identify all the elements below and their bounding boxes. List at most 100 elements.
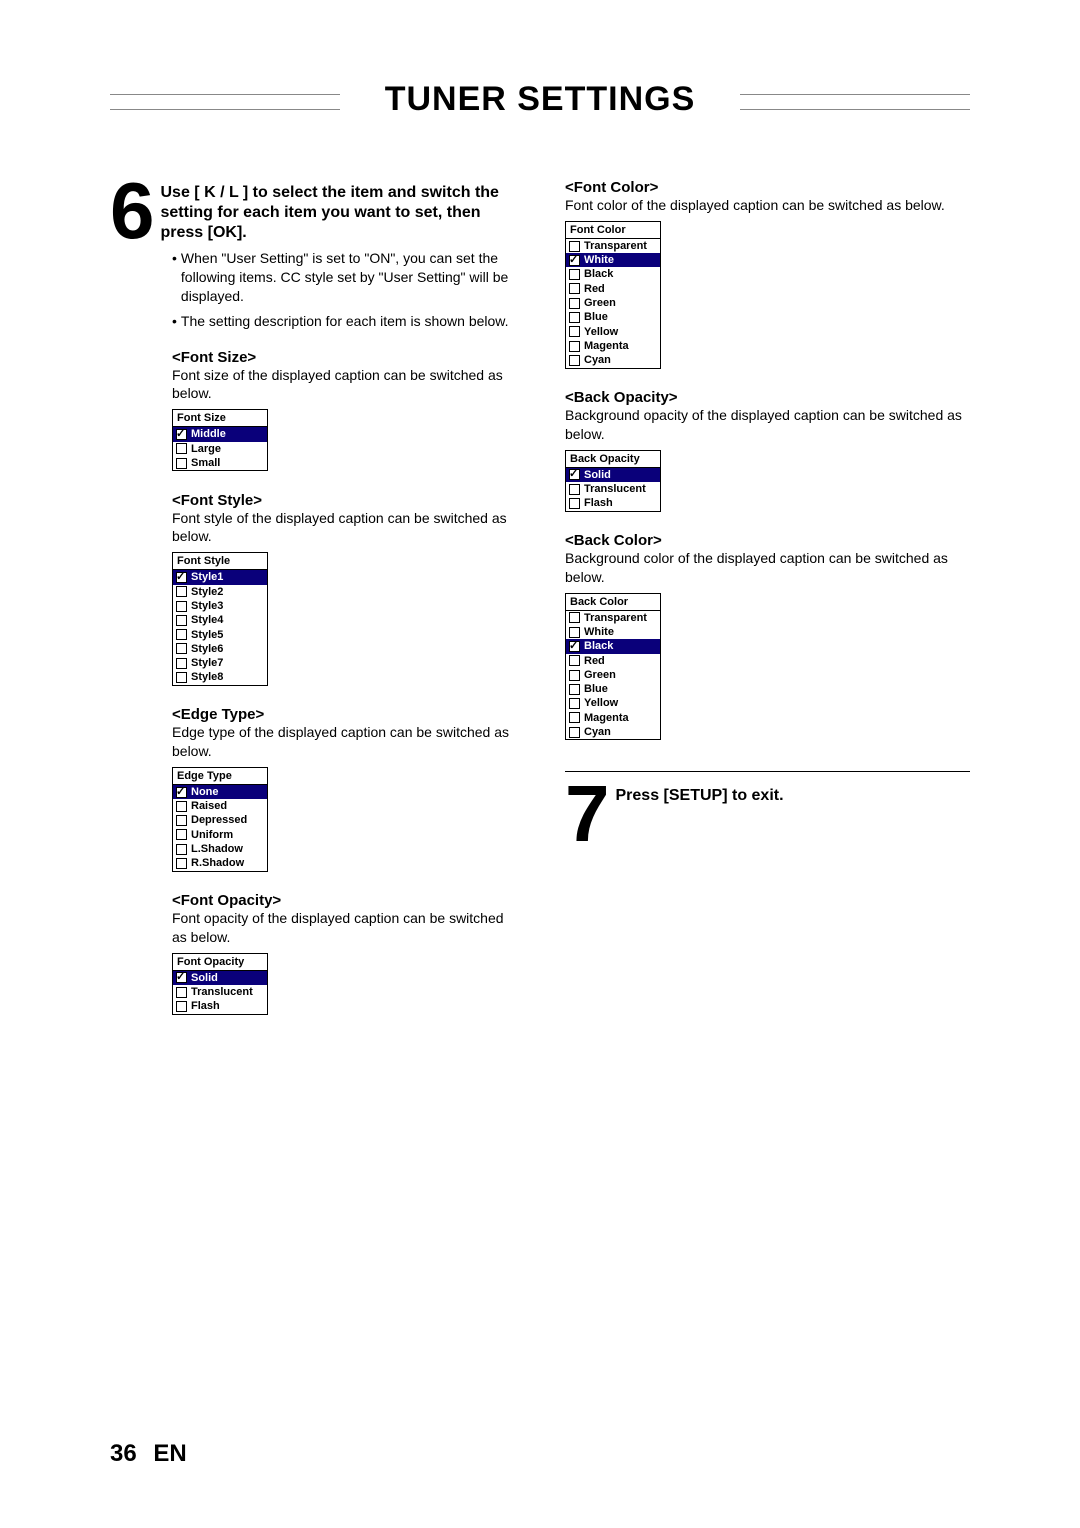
menu-list: SolidTranslucentFlash <box>173 971 267 1014</box>
checkbox-icon <box>569 712 580 723</box>
menu-item-label: Small <box>191 456 220 470</box>
section-desc-font-color: Font color of the displayed caption can … <box>565 196 970 215</box>
checkbox-icon <box>569 698 580 709</box>
menu-item: Raised <box>173 799 267 813</box>
menu-item: Black <box>566 639 660 653</box>
menu-item: Translucent <box>173 985 267 999</box>
checkbox-icon <box>569 498 580 509</box>
menu-item: Middle <box>173 427 267 441</box>
menu-item: Blue <box>566 682 660 696</box>
checkbox-icon <box>569 241 580 252</box>
menu-item: R.Shadow <box>173 856 267 870</box>
bullet: When "User Setting" is set to "ON", you … <box>172 249 515 306</box>
step-7-text: Press [SETUP] to exit. <box>616 782 784 806</box>
columns: 6 Use [ K / L ] to select the item and s… <box>110 179 970 1017</box>
page-title: TUNER SETTINGS <box>385 80 696 119</box>
menu-item-label: Cyan <box>584 353 611 367</box>
step-6: 6 Use [ K / L ] to select the item and s… <box>110 179 515 243</box>
menu-item-label: Uniform <box>191 828 233 842</box>
menu-item-label: Yellow <box>584 325 618 339</box>
menu-list: TransparentWhiteBlackRedGreenBlueYellowM… <box>566 239 660 368</box>
checkbox-icon <box>569 670 580 681</box>
section-desc-font-opacity: Font opacity of the displayed caption ca… <box>172 909 515 947</box>
menu-item-label: Middle <box>191 427 226 441</box>
menu-item-label: Magenta <box>584 711 629 725</box>
menu-item: Flash <box>566 496 660 510</box>
menu-title: Font Color <box>566 222 660 239</box>
bullet: The setting description for each item is… <box>172 312 515 331</box>
checkbox-icon <box>569 312 580 323</box>
menu-item-label: Red <box>584 654 605 668</box>
section-head-back-opacity: <Back Opacity> <box>565 389 970 406</box>
menu-item-label: Flash <box>584 496 613 510</box>
checkbox-icon <box>569 684 580 695</box>
checkbox-icon <box>569 283 580 294</box>
checkbox-icon <box>176 572 187 583</box>
menu-item-label: White <box>584 253 614 267</box>
title-row: TUNER SETTINGS <box>110 80 970 119</box>
menu-item: Blue <box>566 310 660 324</box>
menu-font-color: Font Color TransparentWhiteBlackRedGreen… <box>565 221 661 369</box>
menu-item: Large <box>173 442 267 456</box>
menu-title: Font Opacity <box>173 954 267 971</box>
checkbox-icon <box>569 255 580 266</box>
section-desc-font-style: Font style of the displayed caption can … <box>172 509 515 547</box>
menu-item-label: Black <box>584 267 613 281</box>
checkbox-icon <box>569 326 580 337</box>
menu-item: Green <box>566 296 660 310</box>
menu-item-label: Style1 <box>191 570 223 584</box>
menu-item-label: Style6 <box>191 642 223 656</box>
menu-list: SolidTranslucentFlash <box>566 468 660 511</box>
bullet-text: When "User Setting" is set to "ON", you … <box>181 249 515 306</box>
menu-item-label: Solid <box>584 468 611 482</box>
page-number: 36 <box>110 1440 137 1467</box>
menu-item: Style1 <box>173 570 267 584</box>
checkbox-icon <box>176 972 187 983</box>
menu-item: Red <box>566 282 660 296</box>
menu-item: Depressed <box>173 813 267 827</box>
menu-item: Solid <box>566 468 660 482</box>
menu-item-label: White <box>584 625 614 639</box>
menu-item-label: Large <box>191 442 221 456</box>
checkbox-icon <box>176 1001 187 1012</box>
menu-item-label: Style8 <box>191 670 223 684</box>
step-6-bullets: When "User Setting" is set to "ON", you … <box>172 249 515 331</box>
section-desc-edge-type: Edge type of the displayed caption can b… <box>172 723 515 761</box>
menu-item: White <box>566 625 660 639</box>
checkbox-icon <box>569 341 580 352</box>
menu-item: Style3 <box>173 599 267 613</box>
menu-item: Green <box>566 668 660 682</box>
menu-font-style: Font Style Style1Style2Style3Style4Style… <box>172 552 268 685</box>
menu-item-label: Style5 <box>191 628 223 642</box>
menu-item: Flash <box>173 999 267 1013</box>
menu-item-label: Cyan <box>584 725 611 739</box>
menu-item-label: Raised <box>191 799 227 813</box>
menu-item: L.Shadow <box>173 842 267 856</box>
menu-item: Solid <box>173 971 267 985</box>
menu-item-label: Translucent <box>584 482 646 496</box>
checkbox-icon <box>176 987 187 998</box>
menu-item: Magenta <box>566 339 660 353</box>
menu-item: None <box>173 785 267 799</box>
menu-item: Magenta <box>566 711 660 725</box>
checkbox-icon <box>569 469 580 480</box>
menu-item-label: Yellow <box>584 696 618 710</box>
menu-item-label: Style7 <box>191 656 223 670</box>
step-7: 7 Press [SETUP] to exit. <box>565 782 970 846</box>
checkbox-icon <box>176 787 187 798</box>
menu-item-label: Solid <box>191 971 218 985</box>
menu-item: Style5 <box>173 628 267 642</box>
checkbox-icon <box>176 586 187 597</box>
menu-item-label: Blue <box>584 682 608 696</box>
menu-item-label: Green <box>584 668 616 682</box>
menu-title: Edge Type <box>173 768 267 785</box>
menu-item-label: Magenta <box>584 339 629 353</box>
menu-edge-type: Edge Type NoneRaisedDepressedUniformL.Sh… <box>172 767 268 872</box>
menu-item-label: Style2 <box>191 585 223 599</box>
menu-font-opacity: Font Opacity SolidTranslucentFlash <box>172 953 268 1015</box>
page: TUNER SETTINGS 6 Use [ K / L ] to select… <box>0 0 1080 1528</box>
footer: 36 EN <box>110 1440 187 1468</box>
menu-title: Back Opacity <box>566 451 660 468</box>
section-desc-font-size: Font size of the displayed caption can b… <box>172 366 515 404</box>
menu-item-label: Green <box>584 296 616 310</box>
